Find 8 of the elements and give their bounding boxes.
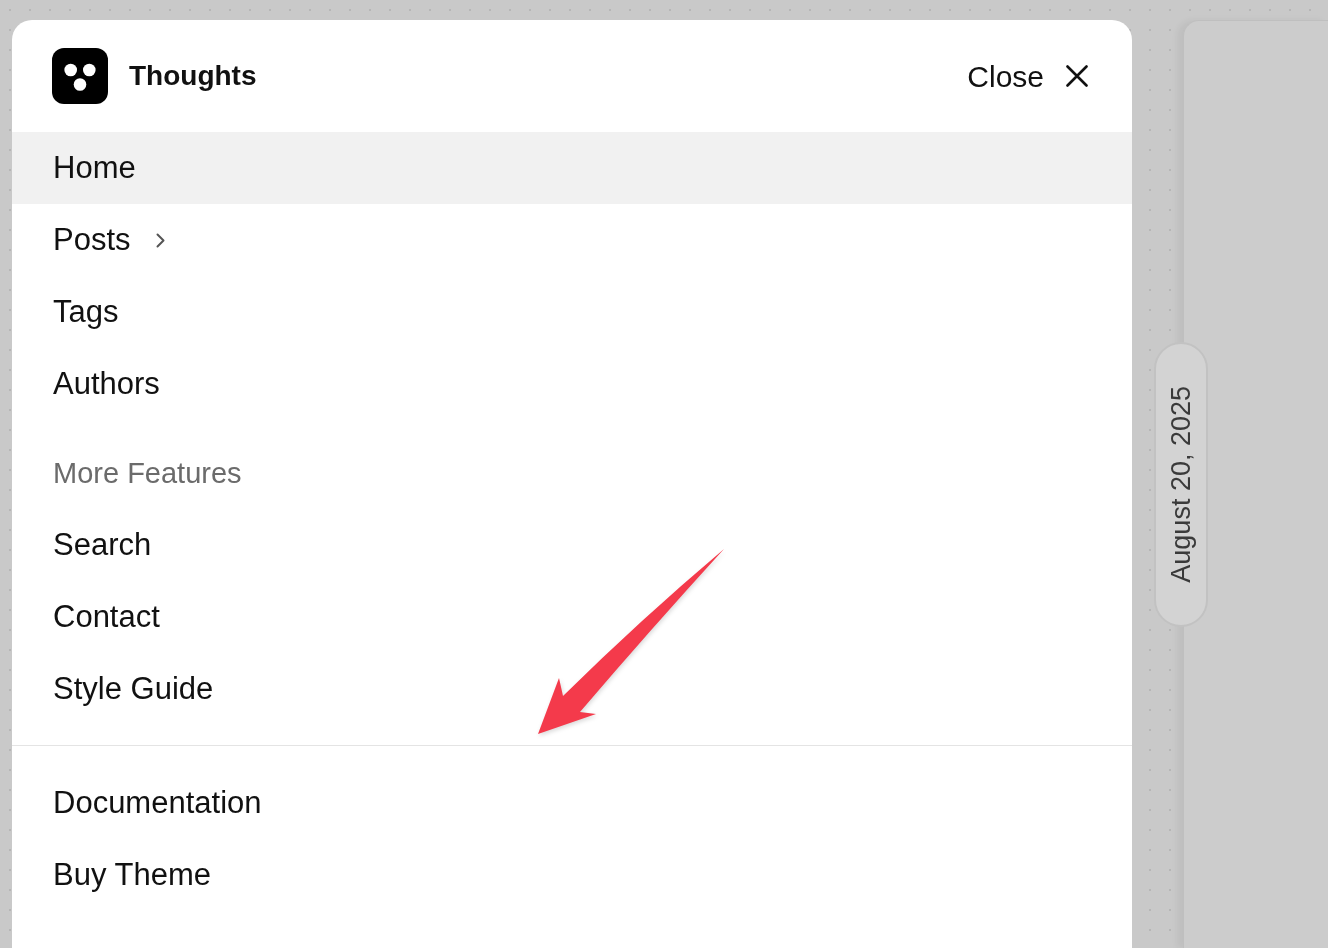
- nav-link[interactable]: Home: [12, 132, 1132, 204]
- section-heading: More Features: [53, 456, 242, 492]
- close-icon: [1066, 65, 1088, 87]
- arrow-icon: [538, 549, 724, 734]
- brand-name: Thoughts: [129, 59, 257, 93]
- logo-icon: [52, 48, 108, 104]
- date-badge: August 20, 2025: [1154, 342, 1208, 627]
- close-button[interactable]: Close: [967, 53, 1088, 99]
